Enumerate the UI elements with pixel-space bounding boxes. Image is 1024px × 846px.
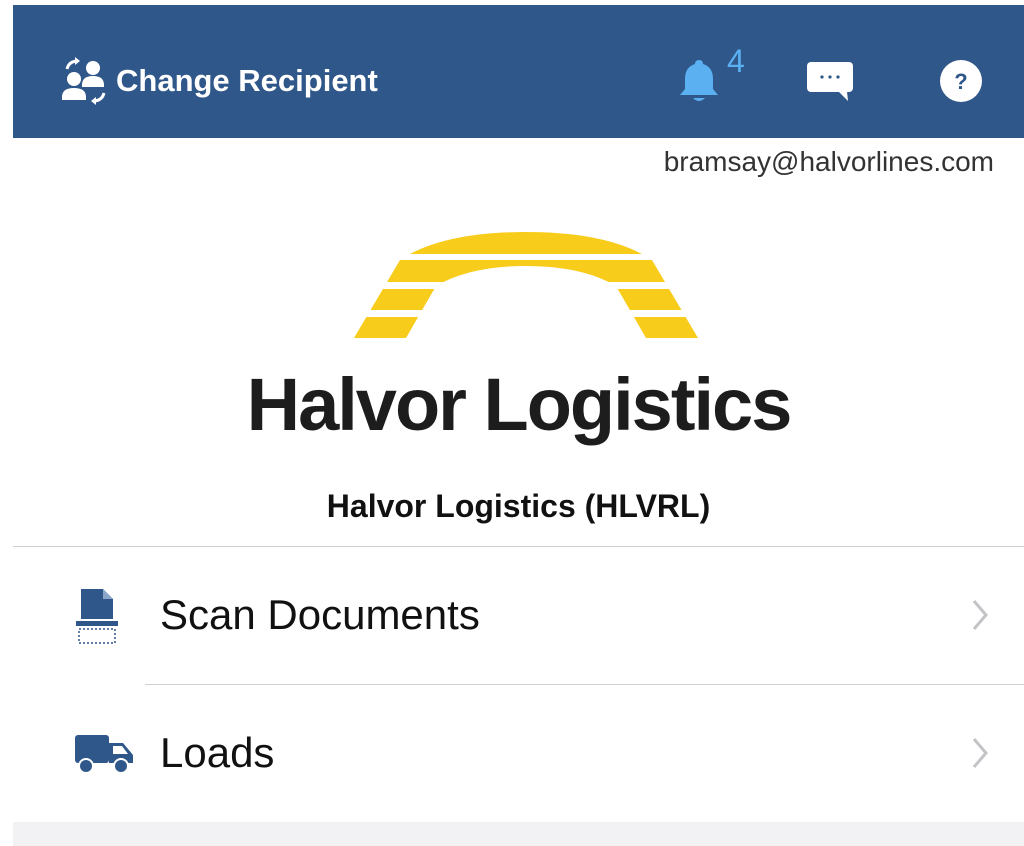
change-recipient-button[interactable]: Change Recipient bbox=[58, 55, 378, 107]
help-button[interactable]: ? bbox=[939, 59, 983, 108]
company-logo-icon bbox=[354, 232, 698, 338]
messages-button[interactable] bbox=[806, 59, 856, 108]
bell-icon bbox=[680, 60, 718, 101]
message-icon bbox=[807, 62, 853, 101]
top-navigation-bar: Change Recipient 4 ? bbox=[13, 5, 1024, 138]
chevron-right-icon bbox=[972, 738, 988, 768]
svg-text:?: ? bbox=[954, 69, 967, 94]
change-recipient-icon bbox=[62, 57, 106, 105]
user-email: bramsay@halvorlines.com bbox=[663, 146, 994, 177]
menu-item-label: Scan Documents bbox=[160, 591, 480, 638]
notifications-button[interactable]: 4 bbox=[677, 43, 757, 107]
scan-document-icon bbox=[76, 589, 118, 644]
company-logo-wordmark: Halvor Logistics bbox=[246, 363, 793, 446]
menu-item-label: Loads bbox=[160, 729, 275, 776]
company-display-name: Halvor Logistics (HLVRL) bbox=[326, 488, 711, 524]
menu-item-loads[interactable]: Loads bbox=[13, 685, 1024, 822]
change-recipient-label: Change Recipient bbox=[116, 63, 378, 98]
help-icon: ? bbox=[940, 60, 982, 102]
truck-icon bbox=[75, 735, 133, 774]
list-footer-area bbox=[13, 822, 1024, 846]
menu-item-scan-documents[interactable]: Scan Documents bbox=[13, 547, 1024, 684]
notification-count: 4 bbox=[727, 43, 745, 79]
chevron-right-icon bbox=[972, 600, 988, 630]
app-screen: Change Recipient 4 ? bramsay@halvorlines… bbox=[13, 0, 1024, 846]
